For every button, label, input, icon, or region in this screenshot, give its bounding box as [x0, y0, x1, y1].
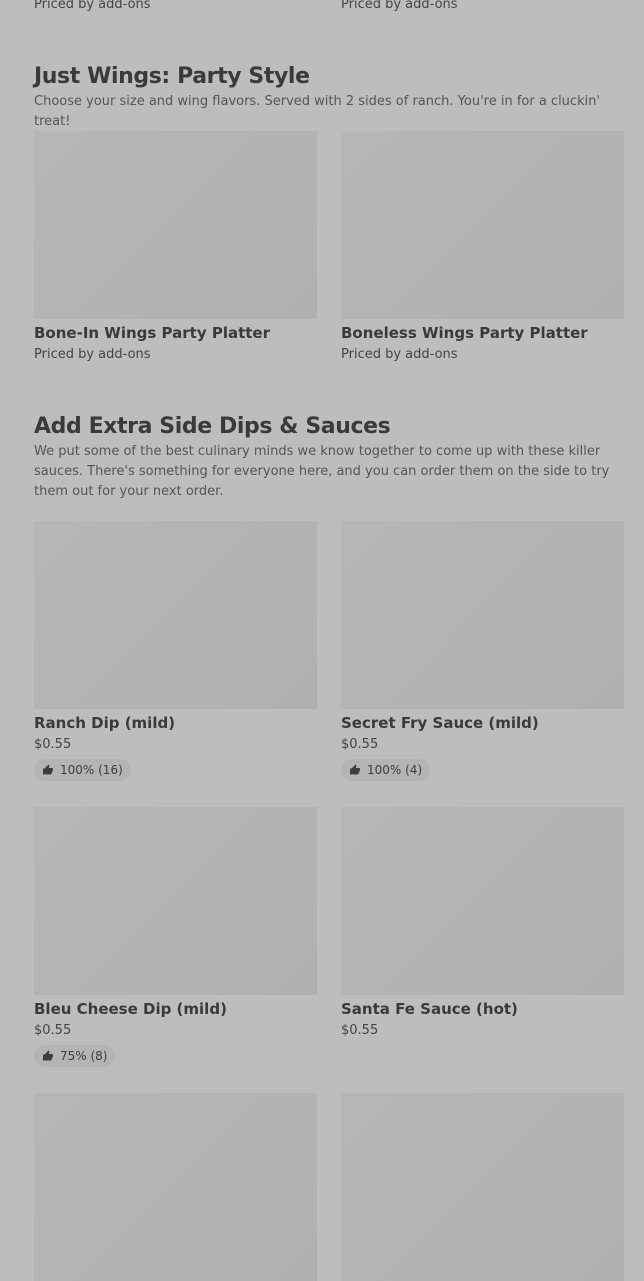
item-image[interactable] [341, 1093, 624, 1281]
item-image[interactable] [34, 1093, 317, 1281]
section-description: We put some of the best culinary minds w… [34, 444, 610, 499]
item-name: Bone-In Wings Party Platter [34, 324, 271, 342]
section-title: Just Wings: Party Style [34, 64, 310, 89]
thumbs-up-icon [43, 764, 53, 775]
thumbs-up-icon [43, 1050, 53, 1061]
item-price: $0.55 [34, 1023, 72, 1038]
item-price: Priced by add-ons [341, 0, 458, 12]
menu-item-card[interactable] [34, 1093, 317, 1281]
section-header: Just Wings: Party Style Choose your size… [34, 64, 624, 132]
item-image[interactable] [341, 807, 624, 995]
rating-text: 100% (16) [60, 763, 123, 777]
item-price: Priced by add-ons [34, 347, 151, 362]
menu-item-card[interactable] [341, 1093, 624, 1281]
rating-text: 75% (8) [60, 1049, 108, 1063]
item-name: Bleu Cheese Dip (mild) [34, 1000, 227, 1018]
rating-badge: 75% (8) [34, 1045, 116, 1067]
item-price: Priced by add-ons [341, 347, 458, 362]
menu-item-card[interactable]: Secret Fry Sauce (mild) $0.55 100% (4) [341, 521, 624, 781]
menu-item-card[interactable]: Bleu Cheese Dip (mild) $0.55 75% (8) [34, 807, 317, 1067]
menu-item-card[interactable]: Boneless Wings Party Platter Priced by a… [341, 131, 624, 364]
rating-badge: 100% (16) [34, 759, 131, 781]
item-name: Secret Fry Sauce (mild) [341, 714, 539, 732]
item-image[interactable] [34, 521, 317, 709]
item-price: Priced by add-ons [34, 0, 151, 12]
menu-item-card[interactable]: Santa Fe Sauce (hot) $0.55 [341, 807, 624, 1040]
item-image[interactable] [341, 521, 624, 709]
item-name: Santa Fe Sauce (hot) [341, 1000, 518, 1018]
section-title: Add Extra Side Dips & Sauces [34, 414, 391, 439]
item-price: $0.55 [34, 737, 72, 752]
item-image[interactable] [341, 131, 624, 319]
thumbs-up-icon [350, 764, 360, 775]
menu-item-card[interactable]: Ranch Dip (mild) $0.55 100% (16) [34, 521, 317, 781]
item-price: $0.55 [341, 737, 379, 752]
item-price: $0.55 [341, 1023, 379, 1038]
item-image[interactable] [34, 807, 317, 995]
rating-badge: 100% (4) [341, 759, 431, 781]
section-header: Add Extra Side Dips & Sauces We put some… [34, 414, 624, 502]
item-name: Ranch Dip (mild) [34, 714, 176, 732]
section-description: Choose your size and wing flavors. Serve… [34, 94, 601, 129]
rating-text: 100% (4) [367, 763, 423, 777]
item-name: Boneless Wings Party Platter [341, 324, 588, 342]
item-image[interactable] [34, 131, 317, 319]
menu-item-card[interactable]: Bone-In Wings Party Platter Priced by ad… [34, 131, 317, 364]
